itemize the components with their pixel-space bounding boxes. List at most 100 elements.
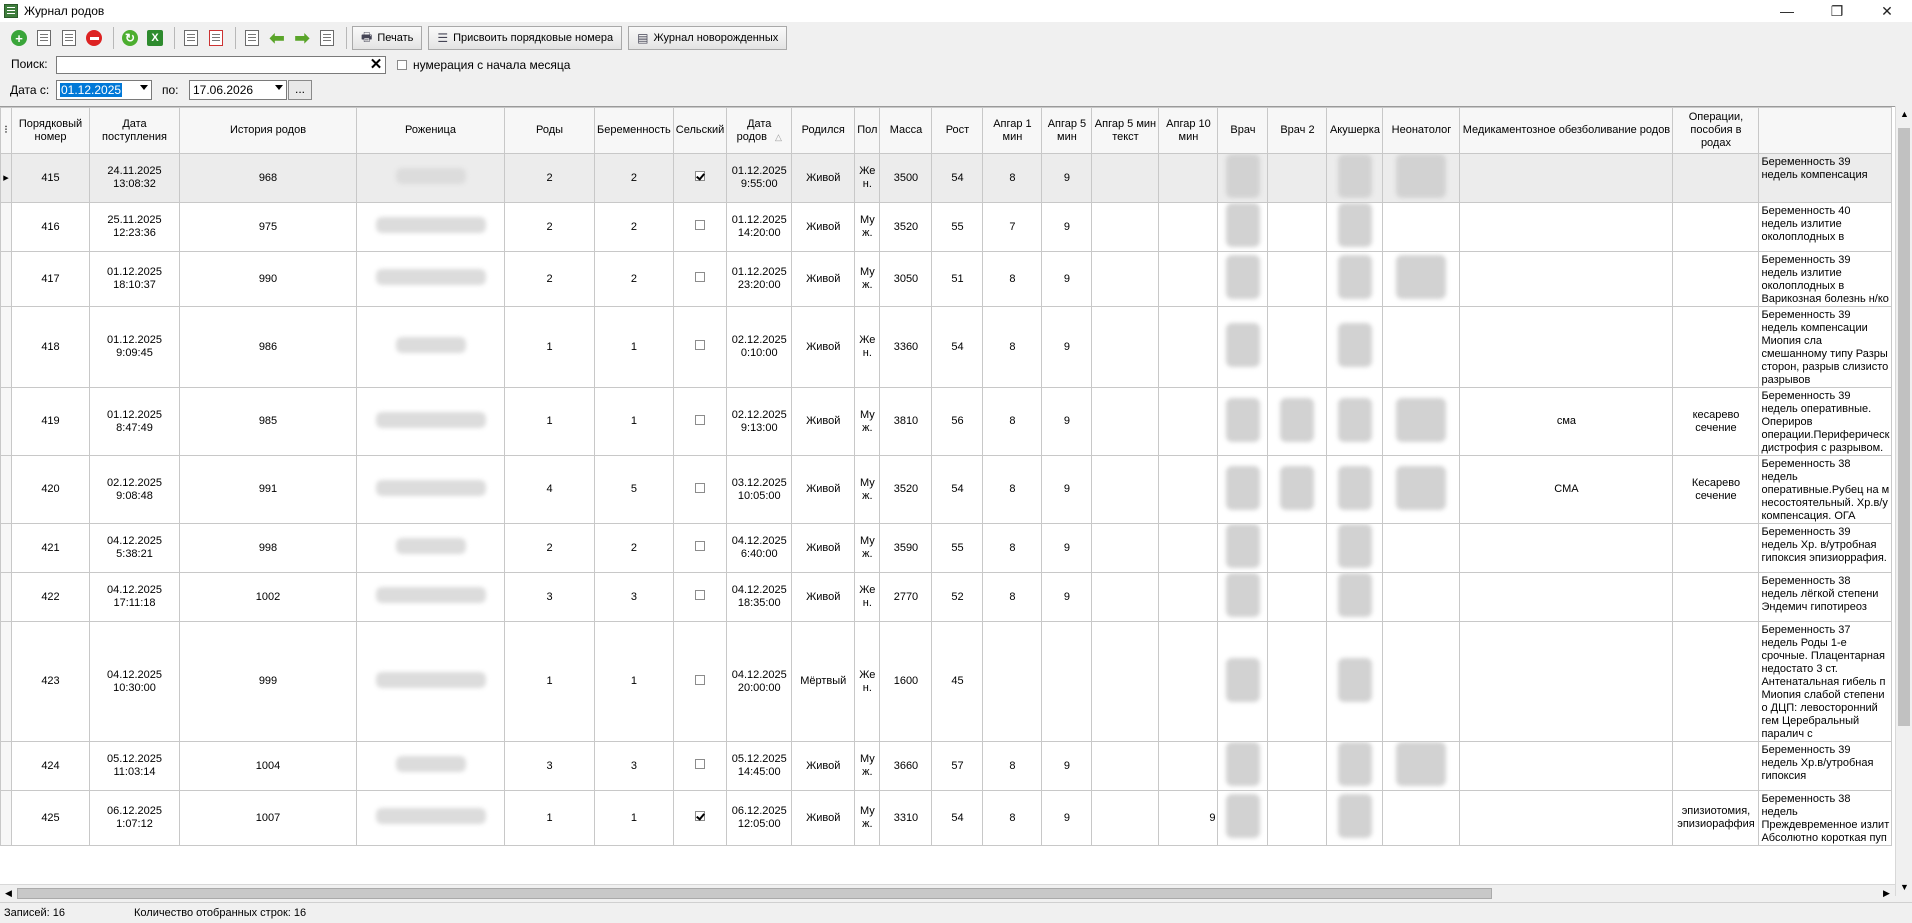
close-button[interactable]: ✕ [1862, 0, 1912, 22]
table-cell[interactable]: Му ж. [854, 790, 881, 846]
table-cell[interactable] [356, 251, 505, 307]
rural-checkbox[interactable] [695, 811, 706, 821]
table-cell[interactable] [1326, 153, 1384, 203]
table-cell[interactable]: 3 [504, 741, 595, 791]
date-more-button[interactable]: ... [288, 80, 312, 100]
row-selector[interactable] [0, 387, 12, 456]
row-selector[interactable] [0, 306, 12, 388]
table-cell[interactable]: 1 [504, 387, 595, 456]
table-cell[interactable] [1382, 202, 1461, 252]
table-cell[interactable]: 04.12.2025 10:30:00 [89, 621, 180, 742]
table-cell[interactable] [1459, 251, 1674, 307]
arrow-right-icon[interactable]: ➡ [291, 27, 313, 49]
table-cell[interactable] [1217, 572, 1269, 622]
table-cell[interactable] [1267, 202, 1328, 252]
numbering-option[interactable]: нумерация с начала месяца [397, 58, 570, 72]
table-cell[interactable]: 45 [931, 621, 984, 742]
table-cell[interactable]: 991 [179, 455, 357, 524]
table-cell[interactable]: Беременность 37 недель Роды 1-е срочные.… [1758, 621, 1893, 742]
table-cell[interactable] [1217, 251, 1269, 307]
table-row[interactable]: ▸ 415 24.11.2025 13:08:32 968 2 2 01.12.2025 9… [0, 153, 1893, 203]
search-input[interactable] [56, 56, 386, 74]
table-cell[interactable]: 3 [594, 572, 674, 622]
table-cell[interactable]: 55 [931, 523, 984, 573]
table-cell[interactable]: Живой [791, 790, 856, 846]
row-selector[interactable] [0, 455, 12, 524]
newborn-journal-button[interactable]: ▤ Журнал новорожденных [628, 26, 788, 50]
table-cell[interactable]: 9 [1041, 523, 1093, 573]
table-cell[interactable] [1326, 202, 1384, 252]
table-cell[interactable] [1091, 572, 1160, 622]
row-selector[interactable] [0, 251, 12, 307]
table-cell[interactable] [1326, 741, 1384, 791]
table-cell[interactable]: Кесарево сечение [1672, 455, 1760, 524]
table-cell[interactable]: 3590 [879, 523, 933, 573]
table-cell[interactable] [1091, 153, 1160, 203]
table-cell[interactable]: Беременность 40 недель излитие околоплод… [1758, 202, 1893, 252]
table-cell[interactable]: 975 [179, 202, 357, 252]
chevron-down-icon[interactable] [140, 85, 148, 90]
table-cell[interactable]: 1002 [179, 572, 357, 622]
assign-numbers-button[interactable]: ☰ Присвоить порядковые номера [428, 26, 623, 50]
table-cell[interactable]: 9 [1041, 153, 1093, 203]
table-cell[interactable]: 06.12.2025 12:05:00 [726, 790, 793, 846]
table-cell[interactable]: Живой [791, 202, 856, 252]
table-cell[interactable]: 998 [179, 523, 357, 573]
table-cell[interactable]: 9 [1041, 572, 1093, 622]
table-cell[interactable]: 2 [504, 153, 595, 203]
table-cell[interactable]: Му ж. [854, 387, 881, 456]
table-cell[interactable] [1267, 153, 1328, 203]
edit-record-icon[interactable] [33, 27, 55, 49]
table-cell[interactable] [1158, 153, 1219, 203]
row-selector[interactable] [0, 523, 12, 573]
horizontal-scrollbar[interactable]: ◀ ▶ [0, 884, 1895, 901]
add-icon[interactable]: + [8, 27, 30, 49]
table-cell[interactable] [1326, 621, 1384, 742]
table-cell[interactable] [1267, 387, 1328, 456]
table-cell[interactable] [1041, 621, 1093, 742]
table-cell[interactable]: 2 [504, 251, 595, 307]
table-cell[interactable]: Живой [791, 306, 856, 388]
table-cell[interactable] [1091, 790, 1160, 846]
table-cell[interactable]: 8 [982, 306, 1043, 388]
table-cell[interactable] [1326, 306, 1384, 388]
table-cell[interactable]: Беременность 39 недель Хр. в/утробная ги… [1758, 523, 1893, 573]
table-cell[interactable]: Беременность 39 недель излитие околоплод… [1758, 251, 1893, 307]
table-cell[interactable]: 3520 [879, 202, 933, 252]
table-cell[interactable]: 425 [11, 790, 90, 846]
list-view-icon[interactable] [241, 27, 263, 49]
table-cell[interactable] [1217, 741, 1269, 791]
table-cell[interactable] [1217, 523, 1269, 573]
search-clear-icon[interactable]: ✕ [368, 57, 384, 73]
column-header[interactable]: Дата родов △ [726, 107, 793, 154]
table-cell[interactable] [672, 621, 728, 742]
column-header[interactable]: Апгар 5 мин текст [1091, 107, 1160, 154]
table-cell[interactable] [1091, 523, 1160, 573]
table-cell[interactable]: 01.12.2025 23:20:00 [726, 251, 793, 307]
table-cell[interactable]: 03.12.2025 10:05:00 [726, 455, 793, 524]
table-cell[interactable]: 1 [594, 621, 674, 742]
table-cell[interactable] [356, 306, 505, 388]
table-cell[interactable] [1267, 251, 1328, 307]
rural-checkbox[interactable] [695, 759, 706, 769]
table-cell[interactable]: 421 [11, 523, 90, 573]
table-cell[interactable] [1672, 306, 1760, 388]
rural-checkbox[interactable] [695, 482, 706, 493]
table-cell[interactable]: 3 [504, 572, 595, 622]
restore-button[interactable]: ❐ [1812, 0, 1862, 22]
table-cell[interactable]: Му ж. [854, 455, 881, 524]
date-to-picker[interactable]: 17.06.2026 [189, 80, 287, 100]
rural-checkbox[interactable] [695, 414, 706, 425]
table-cell[interactable]: 1004 [179, 741, 357, 791]
column-header[interactable]: История родов [179, 107, 357, 154]
table-cell[interactable] [1217, 790, 1269, 846]
columns-settings-icon[interactable] [180, 27, 202, 49]
table-cell[interactable]: Беременность 38 недель лёгкой степени Эн… [1758, 572, 1893, 622]
clear-filter-icon[interactable] [205, 27, 227, 49]
table-cell[interactable]: Же н. [854, 572, 881, 622]
numbering-checkbox[interactable] [397, 60, 407, 70]
table-cell[interactable] [1382, 251, 1461, 307]
delete-icon[interactable] [83, 27, 105, 49]
column-header[interactable]: Беременность [594, 107, 674, 154]
table-cell[interactable]: Живой [791, 523, 856, 573]
